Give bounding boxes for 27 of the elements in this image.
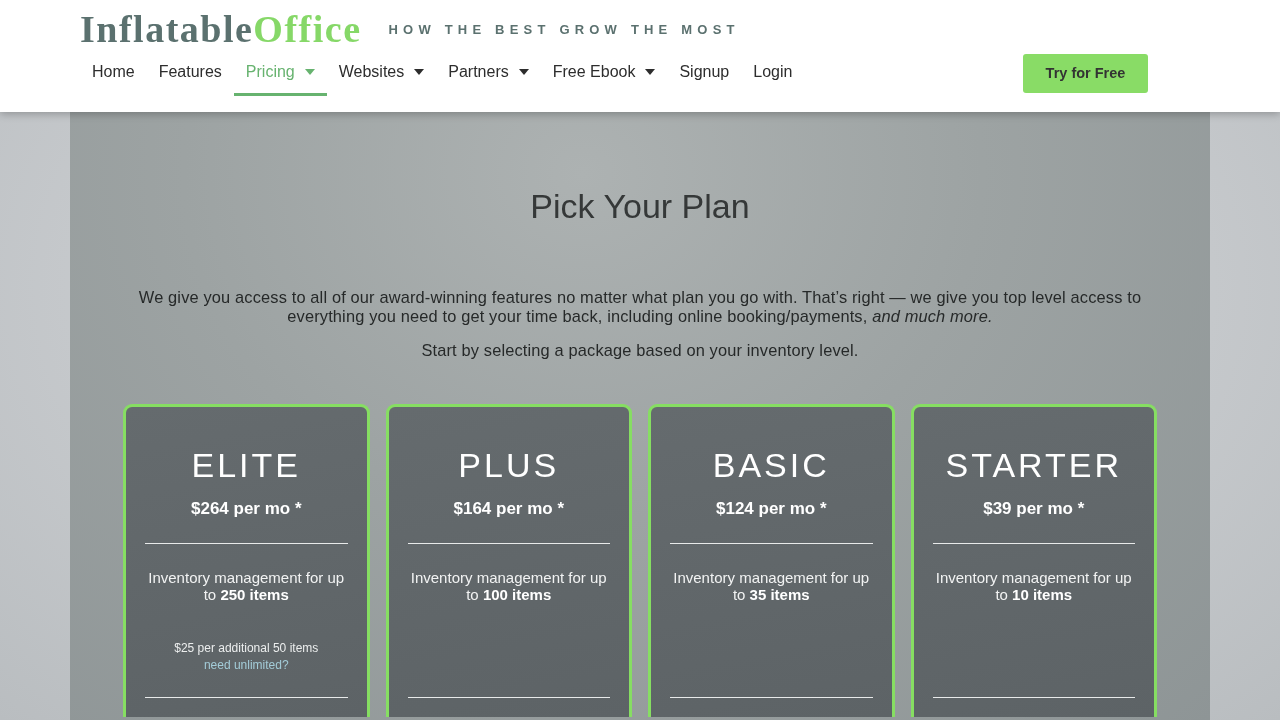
plan-price: $164 per mo * <box>453 499 565 519</box>
page-title: Pick Your Plan <box>530 188 750 224</box>
plan-price: $124 per mo * <box>715 499 827 519</box>
nav-link[interactable]: Login <box>741 50 805 96</box>
nav-link[interactable]: Signup <box>667 50 742 96</box>
intro-paragraph: We give you access to all of our award-winning features no matter what plan you go with. That’s right — we give you top level access to everything you need to get your time back, including online booking/payments, and much more. <box>137 288 1143 326</box>
instruction-text: Start by selecting a package based on your inventory level. <box>421 341 859 360</box>
plan-description: Inventory management for up to 100 items <box>409 569 608 603</box>
plan-name: STARTER <box>945 445 1122 485</box>
plan-price: $39 per mo * <box>983 499 1085 519</box>
nav-link[interactable]: Free Ebook <box>540 50 668 96</box>
nav-link[interactable]: Websites <box>326 50 437 96</box>
plan-description: Inventory management for up to 10 items <box>934 569 1133 603</box>
nav-link[interactable]: Home <box>80 50 147 96</box>
additional-price-note: $25 per additional 50 items <box>174 641 319 655</box>
plan-name: BASIC <box>712 445 830 485</box>
plan-name: PLUS <box>458 445 560 485</box>
plan-description: Inventory management for up to 250 items <box>147 569 346 603</box>
try-for-free-button[interactable]: Try for Free <box>1023 53 1148 93</box>
nav-link[interactable]: Partners <box>436 50 541 96</box>
plan-description: Inventory management for up to 35 items <box>672 569 871 603</box>
need-unlimited-link[interactable]: need unlimited? <box>203 658 289 672</box>
plan-price: $264 per mo * <box>190 499 302 519</box>
logo[interactable]: InflatableOffice <box>80 9 362 49</box>
nav-link[interactable]: Features <box>146 50 234 96</box>
plan-name: ELITE <box>191 445 301 485</box>
tagline: HOW THE BEST GROW THE MOST <box>388 21 740 37</box>
